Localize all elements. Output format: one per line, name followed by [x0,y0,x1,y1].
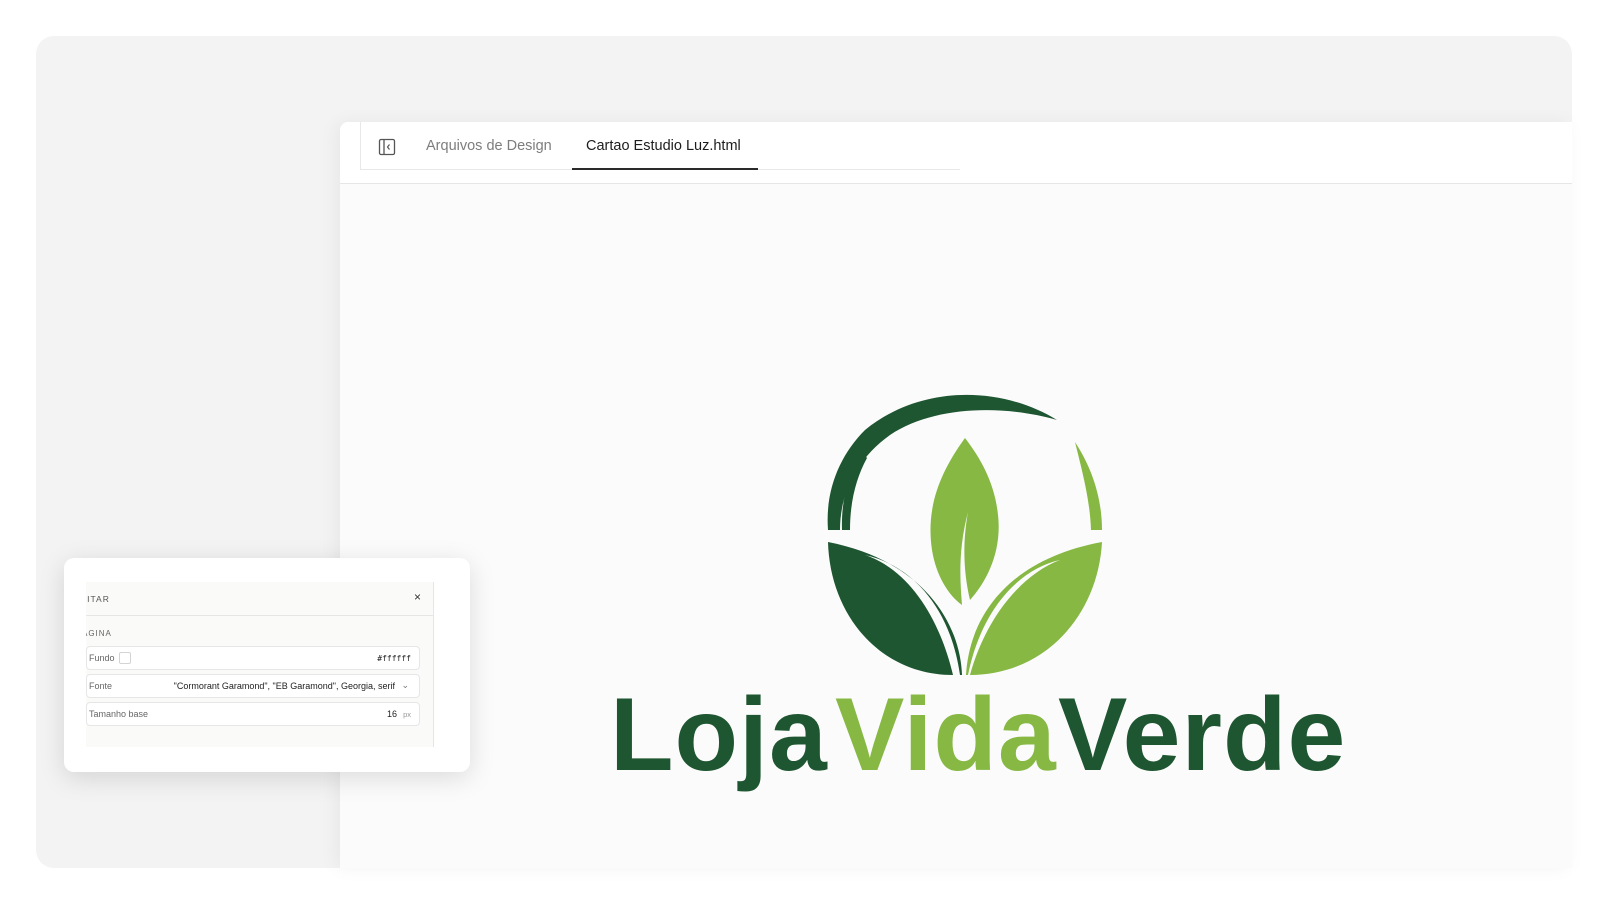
edit-panel: DITAR × ÁGINA Fundo #ffffff Fonte "Cormo… [86,582,434,747]
close-icon[interactable]: × [414,591,421,603]
editor-window: Arquivos de Design Cartao Estudio Luz.ht… [340,122,1572,868]
page-section-label: ÁGINA [86,629,112,638]
tab-design-files[interactable]: Arquivos de Design [426,136,552,156]
tab-bar: Arquivos de Design Cartao Estudio Luz.ht… [340,122,1572,184]
logo-word-loja: Loja [610,685,828,793]
edit-panel-title: DITAR [86,594,110,604]
background-label: Fundo [89,653,115,663]
leaf-logo-emblem [827,394,1102,675]
font-select-value[interactable]: "Cormorant Garamond", "EB Garamond", Geo… [174,681,395,691]
edit-panel-card: DITAR × ÁGINA Fundo #ffffff Fonte "Cormo… [64,558,470,772]
base-size-unit: px [403,710,411,719]
logo-word-verde: Verde [1058,685,1346,793]
base-size-input[interactable]: 16 [387,709,397,719]
chevron-down-icon[interactable]: ⌄ [401,680,409,691]
logo-word-vida: Vida [835,685,1057,793]
active-tab-indicator [572,168,758,170]
tab-active-file[interactable]: Cartao Estudio Luz.html [586,136,741,156]
font-row[interactable]: Fonte "Cormorant Garamond", "EB Garamond… [86,674,420,698]
logo-wordmark: Loja Vida Verde [610,685,1346,793]
base-size-row: Tamanho base 16 px [86,702,420,726]
background-row: Fundo #ffffff [86,646,420,670]
design-canvas: Loja Vida Verde [340,185,1572,868]
background-color-swatch[interactable] [119,652,131,664]
background-color-value[interactable]: #ffffff [377,654,411,663]
font-label: Fonte [89,681,113,691]
base-size-label: Tamanho base [89,709,149,719]
sidebar-toggle-icon[interactable] [378,138,396,156]
edit-panel-header: DITAR × [86,582,433,616]
